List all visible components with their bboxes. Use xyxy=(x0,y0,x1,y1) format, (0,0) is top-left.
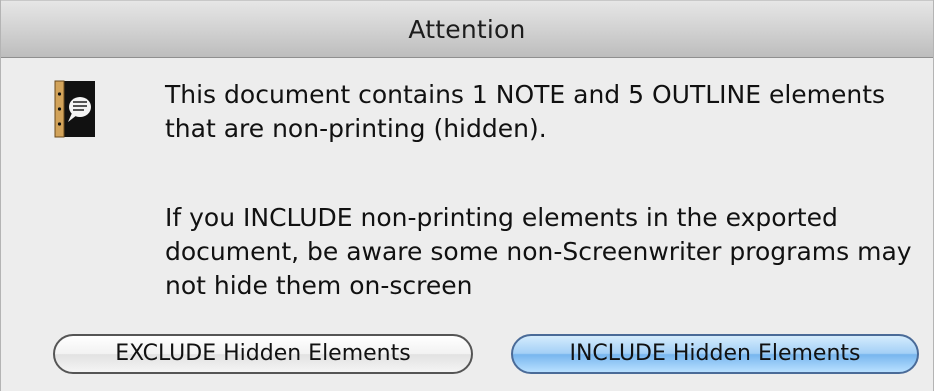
attention-dialog: Attention This document contains 1 NOTE … xyxy=(0,0,934,391)
message-note-count: This document contains 1 NOTE and 5 OUTL… xyxy=(165,80,886,143)
message-include-warning: If you INCLUDE non-printing elements in … xyxy=(165,203,912,300)
dialog-title: Attention xyxy=(408,15,526,44)
exclude-hidden-elements-button[interactable]: EXCLUDE Hidden Elements xyxy=(53,334,473,374)
title-bar[interactable]: Attention xyxy=(1,0,933,58)
include-hidden-elements-button[interactable]: INCLUDE Hidden Elements xyxy=(511,334,919,374)
screenwriter-note-icon xyxy=(53,80,97,140)
